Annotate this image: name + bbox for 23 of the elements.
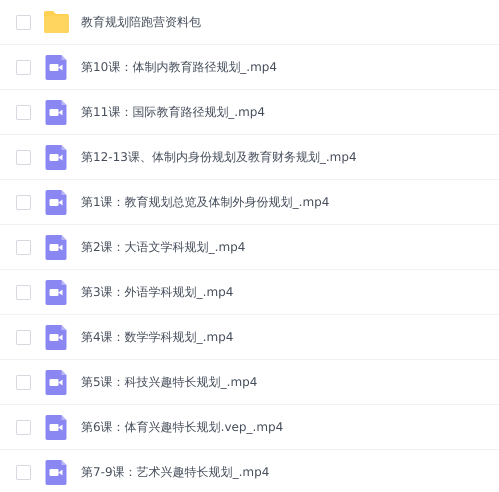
file-name[interactable]: 第3课：外语学科规划_.mp4	[81, 283, 234, 301]
checkbox[interactable]	[16, 194, 31, 210]
checkbox[interactable]	[16, 150, 31, 164]
file-name[interactable]: 第7-9课：艺术兴趣特长规划_.mp4	[81, 463, 270, 481]
file-name[interactable]: 第4课：数学学科规划_.mp4	[81, 328, 234, 346]
file-name[interactable]: 第11课：国际教育路径规划_.mp4	[81, 103, 266, 121]
file-name[interactable]: 第1课：教育规划总览及体制外身份规划_.mp4	[81, 193, 330, 211]
file-name[interactable]: 第5课：科技兴趣特长规划_.mp4	[81, 373, 258, 391]
file-name[interactable]: 第10课：体制内教育路径规划_.mp4	[81, 58, 278, 76]
checkbox[interactable]	[16, 240, 31, 254]
checkbox[interactable]	[16, 374, 31, 390]
checkbox[interactable]	[16, 60, 31, 74]
file-name[interactable]: 第6课：体育兴趣特长规划.vep_.mp4	[81, 418, 284, 436]
checkbox[interactable]	[16, 330, 31, 344]
checkbox[interactable]	[16, 104, 31, 120]
checkbox[interactable]	[16, 420, 31, 434]
checkbox[interactable]	[16, 14, 31, 30]
folder-name[interactable]: 教育规划陪跑营资料包	[81, 13, 201, 31]
folder-icon	[43, 11, 70, 33]
file-name[interactable]: 第2课：大语文学科规划_.mp4	[81, 238, 246, 256]
checkbox[interactable]	[16, 284, 31, 300]
file-name[interactable]: 第12-13课、体制内身份规划及教育财务规划_.mp4	[81, 148, 357, 166]
checkbox[interactable]	[16, 464, 31, 480]
